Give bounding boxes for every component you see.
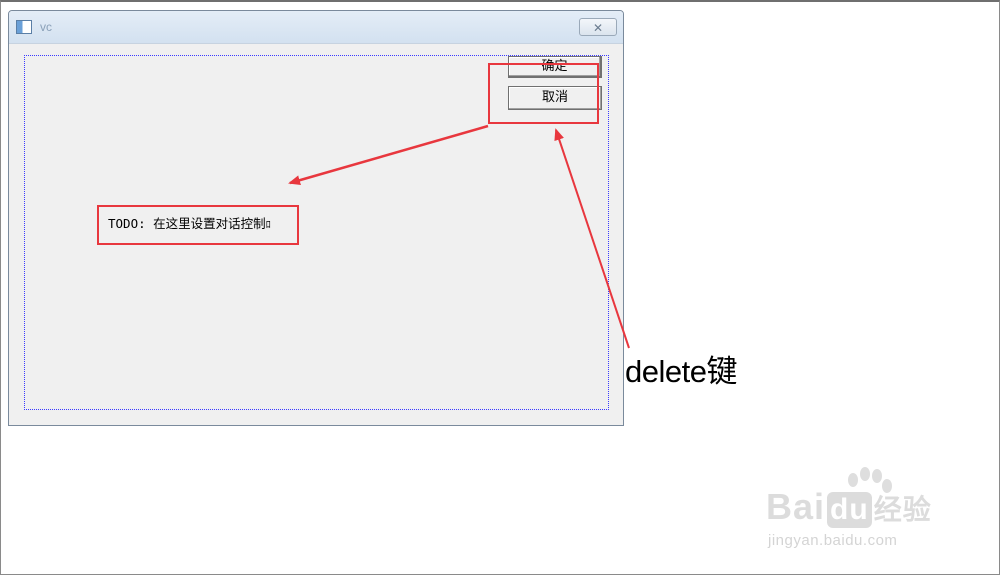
watermark-du: du [827,492,872,528]
watermark-logo: Bai du 经验 [766,486,932,528]
watermark-jingyan: 经验 [873,494,932,525]
delete-key-annotation: delete键 [625,354,737,389]
arrow-to-buttons [554,128,630,349]
watermark-bai: Bai [766,486,826,527]
arrow-to-label [288,124,489,186]
watermark-url: jingyan.baidu.com [768,532,898,549]
baidu-watermark: Bai du 经验 jingyan.baidu.com [760,466,960,556]
